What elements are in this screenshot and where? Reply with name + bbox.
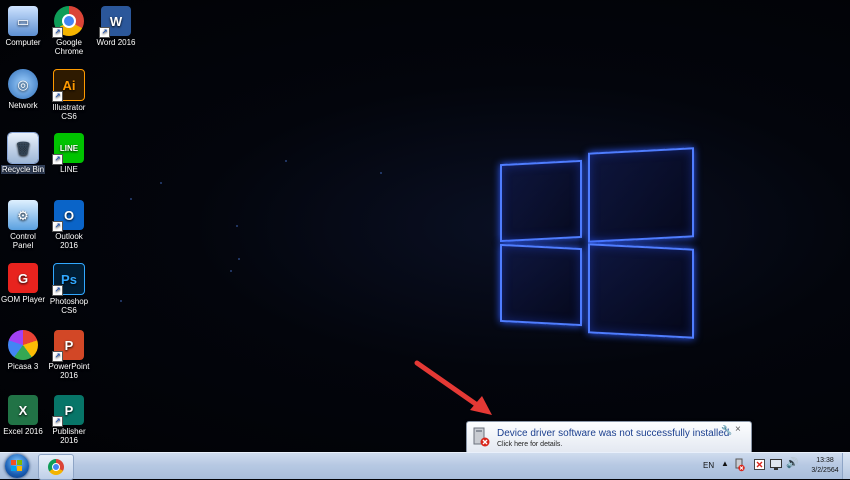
volume-icon[interactable]: 🔊 <box>786 458 798 469</box>
show-hidden-icons-icon[interactable]: ▲ <box>721 459 729 468</box>
shortcut-arrow-icon: ↗ <box>52 285 63 296</box>
star <box>236 225 238 227</box>
line-icon: LINE ↗ <box>52 133 84 165</box>
desktop-icon-label: Excel 2016 <box>3 427 43 436</box>
shortcut-arrow-icon: ↗ <box>99 27 110 38</box>
chrome-icon: ↗ <box>52 6 84 38</box>
desktop-icon-label: Control Panel <box>10 232 36 250</box>
desktop-icon-label: Outlook 2016 <box>55 232 83 250</box>
computer-icon: ▭ <box>8 6 38 36</box>
desktop-icon-computer[interactable]: ▭ Computer <box>0 6 46 47</box>
wrench-icon[interactable]: 🔧 <box>721 425 732 436</box>
desktop-icon-photoshop[interactable]: Ps ↗ Photoshop CS6 <box>46 263 92 315</box>
desktop-icon-line[interactable]: LINE ↗ LINE <box>46 133 92 174</box>
desktop-icon-label: LINE <box>60 165 78 174</box>
recycle-bin-icon: 🗑 <box>7 132 39 164</box>
desktop-icon-network[interactable]: ◎ Network <box>0 69 46 110</box>
device-driver-error-icon <box>473 427 490 447</box>
windows-logo-wallpaper <box>496 146 696 339</box>
word-icon: W ↗ <box>99 6 131 38</box>
language-indicator[interactable]: EN <box>703 461 714 470</box>
outlook-icon: O ↗ <box>52 200 84 232</box>
desktop-icon-publisher[interactable]: P ↗ Publisher 2016 <box>46 395 92 445</box>
show-desktop-button[interactable] <box>842 453 850 479</box>
powerpoint-icon: P ↗ <box>52 330 84 362</box>
logo-pane-bottom-right <box>588 243 694 339</box>
network-tray-icon[interactable] <box>770 459 782 470</box>
desktop-icon-label: Photoshop CS6 <box>49 297 89 315</box>
close-icon[interactable]: × <box>735 424 741 435</box>
star <box>120 300 122 302</box>
notification-balloon[interactable]: Device driver software was not successfu… <box>466 421 752 452</box>
notification-subtitle[interactable]: Click here for details. <box>497 441 562 448</box>
desktop-icon-illustrator[interactable]: Ai ↗ Illustrator CS6 <box>46 69 92 121</box>
photoshop-icon: Ps ↗ <box>52 263 85 296</box>
star <box>238 258 240 260</box>
desktop-icon-powerpoint[interactable]: P ↗ PowerPoint 2016 <box>46 330 92 380</box>
desktop-icon-label: Recycle Bin <box>0 165 46 174</box>
windows-flag-icon <box>11 460 23 472</box>
clock[interactable]: 13:38 3/2/2564 <box>810 456 840 476</box>
logo-pane-top-right <box>588 147 694 243</box>
publisher-icon: P ↗ <box>52 395 84 427</box>
shortcut-arrow-icon: ↗ <box>52 351 63 362</box>
shortcut-arrow-icon: ↗ <box>52 416 63 427</box>
taskbar-chrome-button[interactable] <box>38 454 74 480</box>
desktop-icon-gom-player[interactable]: G GOM Player <box>0 263 46 304</box>
star <box>285 160 287 162</box>
desktop-icon-word[interactable]: W ↗ Word 2016 <box>93 6 139 47</box>
logo-pane-top-left <box>500 159 582 243</box>
logo-pane-bottom-left <box>500 243 582 327</box>
shortcut-arrow-icon: ↗ <box>52 221 63 232</box>
start-button[interactable] <box>0 453 36 479</box>
control-panel-icon: ⚙ <box>8 200 38 230</box>
network-icon: ◎ <box>8 69 38 99</box>
clock-time: 13:38 <box>816 457 834 464</box>
gom-player-icon: G <box>8 263 38 293</box>
action-center-icon[interactable] <box>754 459 765 470</box>
shortcut-arrow-icon: ↗ <box>52 154 63 165</box>
desktop-icon-picasa[interactable]: Picasa 3 <box>0 330 46 371</box>
desktop-icon-label: Illustrator CS6 <box>52 103 86 121</box>
desktop-icon-label: Network <box>8 101 38 110</box>
shortcut-arrow-icon: ↗ <box>52 91 63 102</box>
star <box>230 270 232 272</box>
annotation-arrow-icon <box>414 360 492 415</box>
desktop-icon-google-chrome[interactable]: ↗ Google Chrome <box>46 6 92 56</box>
desktop[interactable]: ▭ Computer ↗ Google Chrome W ↗ Word 2016… <box>0 0 850 452</box>
device-error-tray-icon[interactable] <box>735 458 745 472</box>
desktop-icon-outlook[interactable]: O ↗ Outlook 2016 <box>46 200 92 250</box>
desktop-icon-recycle-bin[interactable]: 🗑 Recycle Bin <box>0 132 46 174</box>
illustrator-icon: Ai ↗ <box>52 69 85 102</box>
clock-date: 3/2/2564 <box>811 467 839 474</box>
notification-title: Device driver software was not successfu… <box>497 428 730 439</box>
shortcut-arrow-icon: ↗ <box>52 27 63 38</box>
desktop-icon-label: Word 2016 <box>96 38 136 47</box>
star <box>380 172 382 174</box>
desktop-icon-label: Publisher 2016 <box>52 427 86 445</box>
star <box>160 182 162 184</box>
desktop-icon-label: Computer <box>5 38 41 47</box>
desktop-icon-control-panel[interactable]: ⚙ Control Panel <box>0 200 46 250</box>
desktop-icon-label: GOM Player <box>1 295 46 304</box>
desktop-icon-label: PowerPoint 2016 <box>48 362 90 380</box>
desktop-icon-label: Picasa 3 <box>7 362 39 371</box>
excel-icon: X <box>8 395 38 425</box>
chrome-icon <box>48 459 64 475</box>
taskbar: EN ▲ 🔊 13:38 3/2/2564 <box>0 452 850 480</box>
picasa-icon <box>8 330 38 360</box>
desktop-icon-excel[interactable]: X Excel 2016 <box>0 395 46 436</box>
star <box>130 198 132 200</box>
desktop-icon-label: Google Chrome <box>54 38 84 56</box>
